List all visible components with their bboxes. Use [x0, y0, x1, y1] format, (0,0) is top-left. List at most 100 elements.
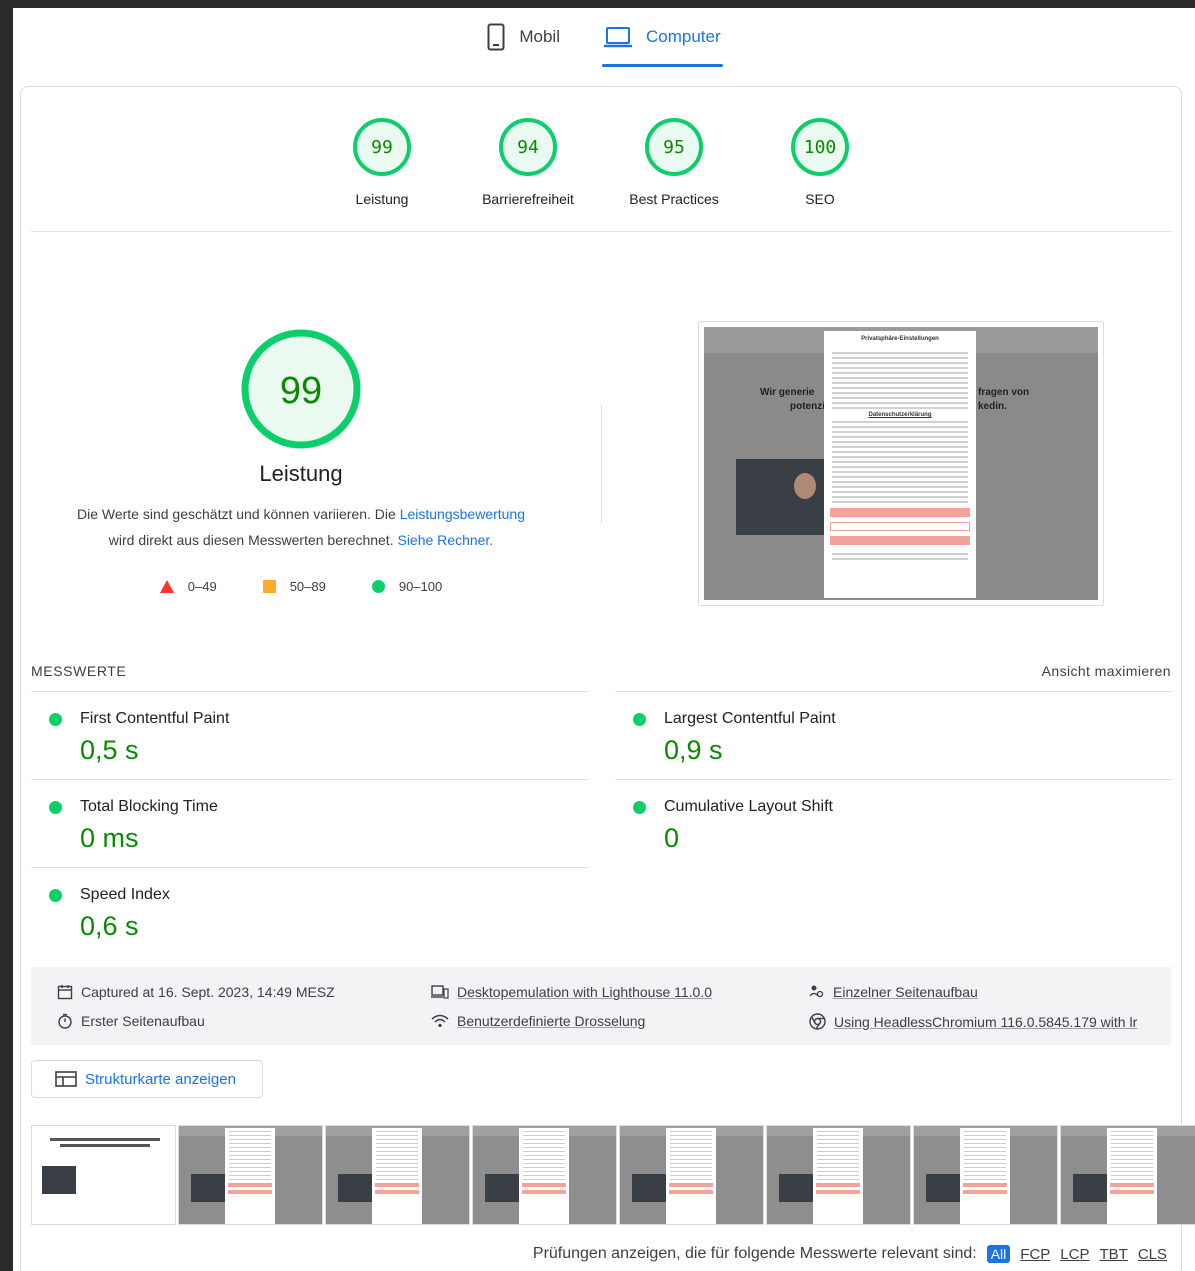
screenshot-headline: fragen von [978, 387, 1030, 398]
filter-chip-tbt[interactable]: TBT [1099, 1246, 1127, 1263]
desc-text: wird direkt aus diesen Messwerten berech… [108, 532, 398, 548]
timer-icon [58, 1013, 72, 1029]
pass-indicator [49, 888, 62, 902]
metric-name: Total Blocking Time [80, 798, 218, 815]
gauge-best-practices[interactable]: 95 Best Practices [621, 117, 727, 231]
calculator-link[interactable]: Siehe Rechner. [397, 532, 493, 548]
single-page-load[interactable]: Einzelner Seitenaufbau [809, 984, 978, 1000]
filmstrip-frame [178, 1125, 323, 1225]
pagespeed-report: Mobil Computer 99 Leistung 94 Barrierefr… [13, 8, 1195, 1271]
metric-name: Speed Index [80, 886, 170, 903]
device-emulation[interactable]: Desktopemulation with Lighthouse 11.0.0 [431, 984, 712, 1000]
filter-chip-fcp[interactable]: FCP [1020, 1246, 1050, 1263]
gauge-ring: 95 [645, 118, 703, 176]
audit-filter-label: Prüfungen anzeigen, die für folgende Mes… [532, 1245, 977, 1262]
gauge-performance[interactable]: 99 Leistung [329, 117, 435, 231]
tab-mobile[interactable]: Mobil [485, 8, 562, 66]
initial-load-text: Erster Seitenaufbau [81, 1013, 205, 1029]
gauge-score: 99 [371, 137, 393, 158]
tab-desktop[interactable]: Computer [601, 8, 723, 67]
screenshot-image: Wir generie potenzie fragen von kedin. P… [704, 327, 1098, 600]
metric-value: 0,5 s [80, 735, 139, 765]
metrics-title: MESSWERTE [31, 663, 127, 679]
device-emulation-text: Desktopemulation with Lighthouse 11.0.0 [457, 984, 713, 1000]
filmstrip-frame [1060, 1125, 1195, 1225]
gauge-label: Leistung [355, 191, 409, 207]
metric-speed-index: Speed Index 0,6 s [31, 867, 587, 956]
performance-gauge: 99 [241, 329, 361, 449]
view-treemap-label: Strukturkarte anzeigen [85, 1070, 236, 1088]
performance-summary: 99 Leistung Die Werte sind geschätzt und… [31, 327, 571, 594]
performance-description: Die Werte sind geschätzt und können vari… [31, 501, 571, 553]
calendar-icon [57, 985, 73, 1000]
performance-title: Leistung [259, 461, 343, 486]
tab-desktop-label: Computer [645, 27, 721, 46]
filmstrip [31, 1125, 1195, 1225]
legend-pass: 90–100 [371, 579, 443, 594]
metrics-header: MESSWERTE Ansicht maximieren [31, 663, 1171, 679]
metric-value: 0,9 s [664, 735, 723, 765]
screenshot-photo [736, 459, 824, 535]
gauge-seo[interactable]: 100 SEO [767, 117, 873, 231]
laptop-icon [603, 27, 632, 48]
device-tabs: Mobil Computer [13, 8, 1195, 70]
pass-indicator [49, 800, 62, 814]
performance-score: 99 [280, 370, 322, 412]
modal-title: Privatsphäre-Einstellungen [861, 336, 939, 342]
metric-value: 0 ms [80, 823, 139, 853]
gauge-label: Barrierefreiheit [482, 191, 574, 207]
legend-average: 50–89 [262, 579, 326, 594]
gauge-ring: 94 [499, 118, 557, 176]
gauge-ring: 99 [353, 118, 411, 176]
devices-icon [431, 985, 449, 999]
expand-view-toggle[interactable]: Ansicht maximieren [1042, 663, 1171, 679]
single-page-load-text: Einzelner Seitenaufbau [833, 984, 978, 1000]
metric-name: Largest Contentful Paint [664, 710, 836, 727]
gauge-accessibility[interactable]: 94 Barrierefreiheit [475, 117, 581, 231]
final-screenshot[interactable]: Wir generie potenzie fragen von kedin. P… [698, 321, 1104, 606]
metric-cls: Cumulative Layout Shift 0 [615, 779, 1171, 868]
filmstrip-frame [325, 1125, 470, 1225]
gauge-label: SEO [805, 191, 835, 207]
legend-range: 50–89 [289, 579, 326, 594]
metric-fcp: First Contentful Paint 0,5 s [31, 691, 587, 780]
pass-indicator [49, 712, 62, 726]
wifi-icon [431, 1014, 449, 1028]
filter-chip-cls[interactable]: CLS [1138, 1246, 1167, 1263]
legend-range: 90–100 [398, 579, 443, 594]
smartphone-icon [487, 23, 505, 51]
view-treemap-button[interactable]: Strukturkarte anzeigen [31, 1060, 263, 1098]
score-calculation-link[interactable]: Leistungsbewertung [400, 506, 525, 522]
desc-text: Die Werte sind geschätzt und können vari… [76, 506, 400, 522]
category-gauges: 99 Leistung 94 Barrierefreiheit 95 Best … [21, 87, 1181, 231]
screenshot-headline: kedin. [978, 401, 1007, 412]
network-throttling-text: Benutzerdefinierte Drosselung [457, 1013, 646, 1029]
vertical-separator [601, 405, 602, 523]
treemap-icon [55, 1071, 77, 1087]
gauge-ring: 100 [791, 118, 849, 176]
runtime-settings: Captured at 16. Sept. 2023, 14:49 MESZ E… [31, 967, 1171, 1045]
gauge-label: Best Practices [629, 191, 719, 207]
browser-version[interactable]: Using HeadlessChromium 116.0.5845.179 wi… [809, 1013, 1137, 1030]
network-throttling[interactable]: Benutzerdefinierte Drosselung [431, 1013, 645, 1029]
filmstrip-frame [619, 1125, 764, 1225]
circle-icon [371, 580, 385, 593]
metric-lcp: Largest Contentful Paint 0,9 s [615, 691, 1171, 780]
triangle-icon [159, 580, 174, 593]
initial-load: Erster Seitenaufbau [57, 1013, 205, 1029]
people-icon [809, 985, 824, 998]
pass-indicator [633, 712, 646, 726]
legend-range: 0–49 [187, 579, 217, 594]
filmstrip-frame [31, 1125, 176, 1225]
divider [31, 231, 1171, 232]
filter-chip-all[interactable]: All [986, 1245, 1011, 1263]
divider [615, 779, 1171, 780]
filmstrip-frame [766, 1125, 911, 1225]
cookie-modal: Privatsphäre-Einstellungen Datenschutzer… [824, 331, 976, 598]
tab-mobile-label: Mobil [519, 27, 560, 46]
gauge-score: 100 [804, 137, 837, 158]
filter-chip-lcp[interactable]: LCP [1060, 1246, 1089, 1263]
score-legend: 0–49 50–89 90–100 [31, 579, 571, 594]
browser-version-text: Using HeadlessChromium 116.0.5845.179 wi… [834, 1013, 1138, 1030]
capture-time-text: Captured at 16. Sept. 2023, 14:49 MESZ [81, 984, 335, 1000]
